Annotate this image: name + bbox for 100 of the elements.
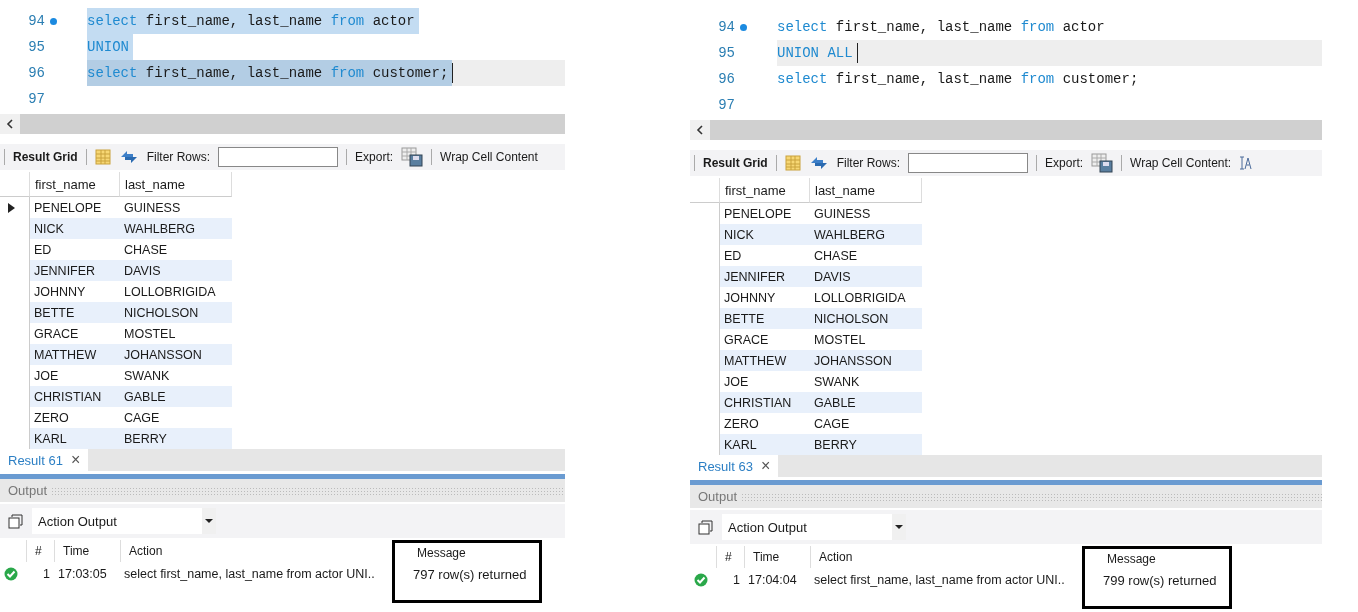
selected-code-text: select first_name, last_name from customer; [87,60,453,86]
table-cell: BETTE [30,302,120,323]
export-label: Export: [1045,156,1084,170]
wrap-cell-content-label: Wrap Cell Content [440,150,538,164]
table-cell-text: ZERO [723,415,760,433]
table-cell: NICK [720,224,810,245]
output-title: Output [698,489,738,504]
column-header[interactable]: last_name [810,178,922,203]
table-cell-text: PENELOPE [33,199,103,217]
table-cell-text: JOE [33,367,60,385]
line-number: 96 [27,65,45,81]
table-cell: DAVIS [120,260,232,281]
column-header[interactable]: first_name [30,172,120,197]
line-number: 96 [717,71,735,87]
success-check-icon [694,573,708,587]
wrap-text-icon[interactable] [1239,155,1254,171]
table-cell: JENNIFER [30,260,120,281]
grid-corner-header[interactable] [690,178,720,203]
column-header[interactable]: Message [395,543,539,562]
table-cell: NICK [30,218,120,239]
table-cell: JENNIFER [720,266,810,287]
table-cell-text: LOLLOBRIGIDA [813,289,907,307]
filter-rows-field[interactable] [218,147,339,167]
export-label: Export: [355,150,394,164]
table-cell-text: CAGE [123,409,161,427]
close-icon[interactable]: × [70,451,81,469]
result-grid-tab[interactable]: Result Grid [13,150,78,164]
columns-icon[interactable] [94,149,111,165]
copy-icon[interactable] [698,519,714,535]
result-tab[interactable]: Result 61 × [0,449,89,471]
table-cell-text: LOLLOBRIGIDA [123,283,217,301]
selected-code-text: UNION [87,34,133,60]
table-cell-text: ED [723,247,743,265]
filter-rows-label: Filter Rows: [836,156,901,170]
table-cell: JOHANSSON [120,344,232,365]
columns-icon[interactable] [784,155,801,171]
table-cell: WAHLBERG [120,218,232,239]
table-cell-text: SWANK [123,367,171,385]
output-type-dropdown[interactable]: Action Output [722,514,906,540]
column-header[interactable]: Time [54,540,120,562]
table-cell: NICHOLSON [120,302,232,323]
success-check-icon [4,567,18,581]
table-cell-text: CHASE [123,241,169,259]
table-cell-text: ED [33,241,53,259]
code-text: UNION ALL [777,44,854,63]
output-type-dropdown[interactable]: Action Output [32,508,216,534]
line-number: 97 [27,91,45,107]
column-header[interactable]: # [716,546,744,568]
table-cell: DAVIS [810,266,922,287]
column-header[interactable]: last_name [120,172,232,197]
table-cell: NICHOLSON [810,308,922,329]
table-cell-text: ZERO [33,409,70,427]
column-header[interactable]: Message [1085,549,1229,568]
filter-rows-label: Filter Rows: [146,150,211,164]
message-cell-text: 799 row(s) returned [1102,571,1218,590]
table-cell-text: CHASE [813,247,859,265]
line-number: 94 [27,13,45,29]
horizontal-scrollbar[interactable] [0,114,565,134]
scroll-left-icon[interactable] [6,119,14,129]
table-cell-text: CAGE [813,415,851,433]
table-cell-text: 17:04:04 [747,572,798,589]
table-cell-text: GUINESS [813,205,872,223]
column-header[interactable]: # [26,540,54,562]
column-header[interactable]: Time [744,546,810,568]
code-text: select first_name, last_name from actor [777,18,1106,37]
table-cell-text: GUINESS [123,199,182,217]
table-cell-text: JOHNNY [723,289,777,307]
export-icon[interactable] [1091,153,1114,173]
table-cell: CHRISTIAN [30,386,120,407]
horizontal-scrollbar[interactable] [690,120,1322,140]
wrap-cell-content-label: Wrap Cell Content: [1130,156,1232,170]
table-cell: GABLE [120,386,232,407]
caret-icon[interactable] [205,519,213,523]
export-icon[interactable] [401,147,424,167]
table-cell: BERRY [120,428,232,449]
table-cell: BERRY [810,434,922,455]
copy-icon[interactable] [8,513,24,529]
table-cell-text: MOSTEL [123,325,177,343]
table-cell-text: JOHNNY [33,283,87,301]
close-icon[interactable]: × [760,457,771,475]
table-cell: WAHLBERG [810,224,922,245]
selected-code-text: select first_name, last_name from actor [87,8,419,34]
column-header[interactable]: Action [810,546,1082,568]
message-cell-text: 797 row(s) returned [412,565,528,584]
column-header[interactable]: first_name [720,178,810,203]
table-cell-text: SWANK [813,373,861,391]
code-text: select first_name, last_name from customer; [777,70,1140,89]
table-cell-text: JOE [723,373,750,391]
column-header[interactable]: Action [120,540,392,562]
scroll-left-icon[interactable] [696,125,704,135]
table-cell: KARL [30,428,120,449]
table-cell-text: select first_name, last_name from actor UNI.. [123,566,376,583]
caret-icon[interactable] [895,525,903,529]
result-tab[interactable]: Result 63 × [690,455,779,477]
line-number: 95 [27,39,45,55]
table-cell: MATTHEW [30,344,120,365]
line-number: 95 [717,45,735,61]
filter-rows-field[interactable] [908,153,1029,173]
line-number: 94 [717,19,735,35]
result-grid-tab[interactable]: Result Grid [703,156,768,170]
